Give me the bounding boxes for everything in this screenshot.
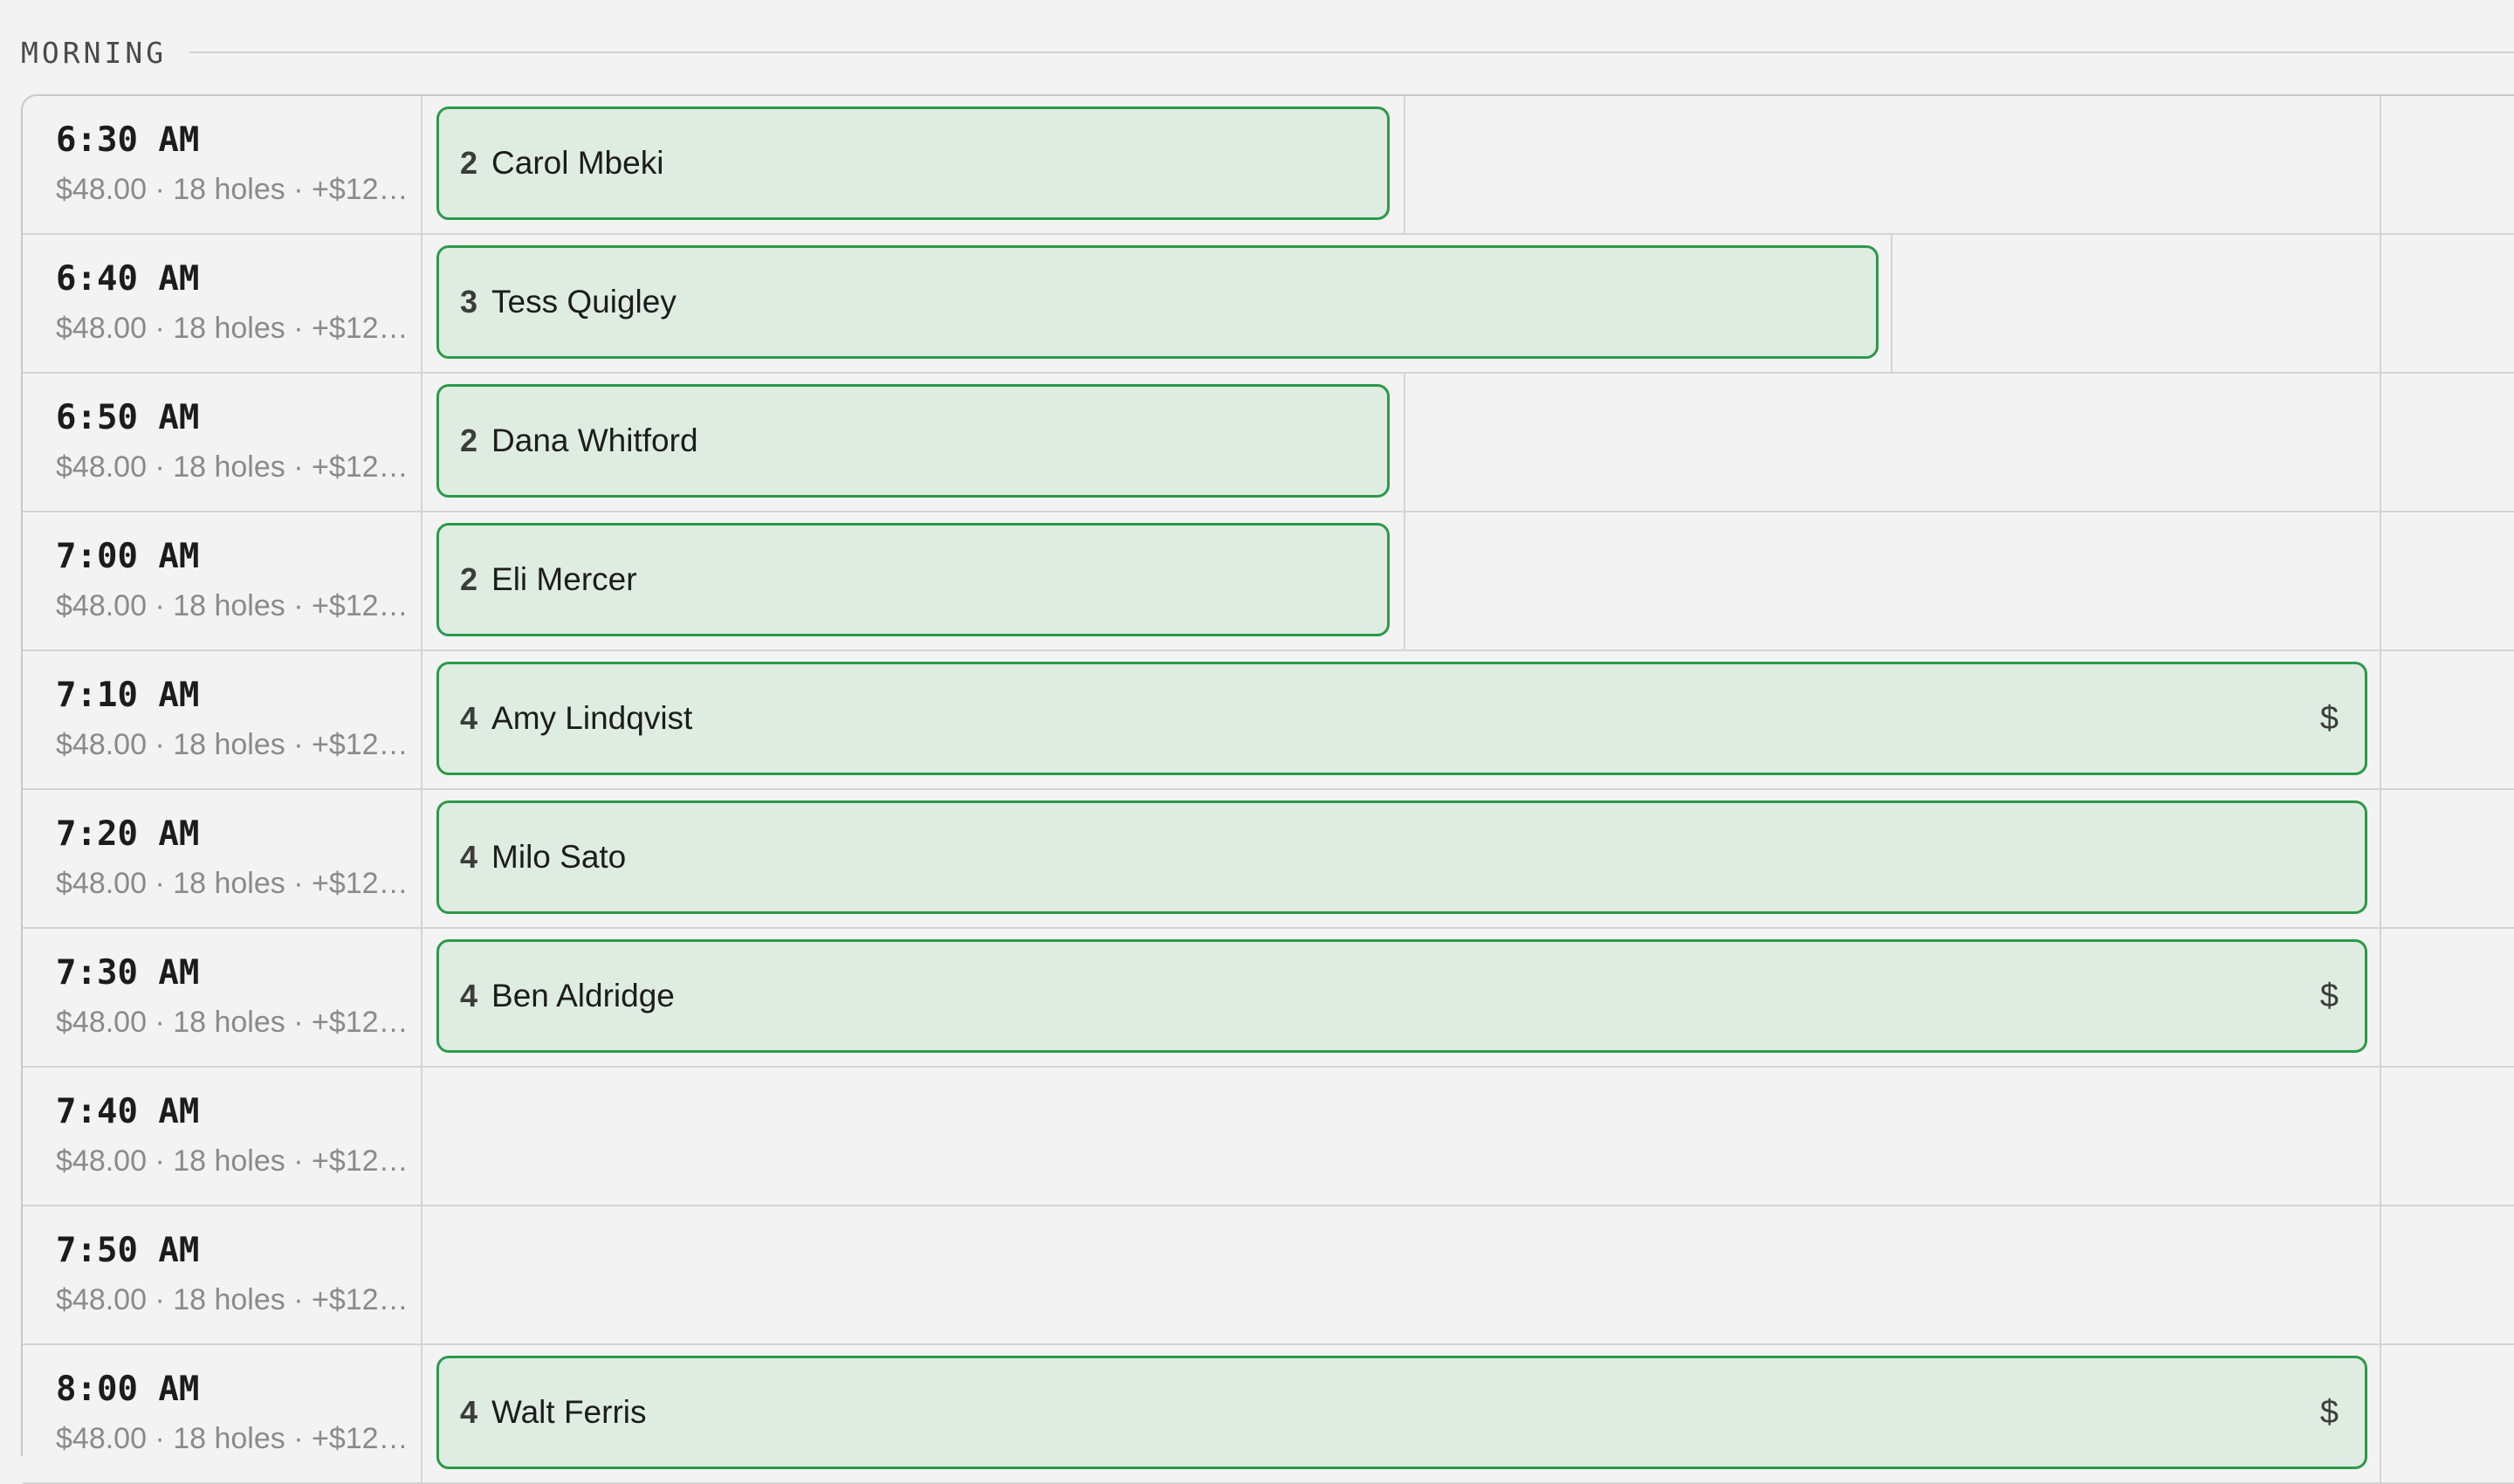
tee-time-row: 7:10 AM $48.00 · 18 holes · +$12.00 cart…: [23, 651, 2514, 790]
booking-name: Milo Sato: [491, 839, 627, 875]
tee-time-details: $48.00 · 18 holes · +$12.00 cart: [56, 450, 412, 484]
tee-time-row: 7:30 AM $48.00 · 18 holes · +$12.00 cart…: [23, 929, 2514, 1068]
booking-card[interactable]: 2 Carol Mbeki: [436, 106, 1390, 220]
tee-time-details: $48.00 · 18 holes · +$12.00 cart: [56, 1283, 412, 1316]
tee-time-details: $48.00 · 18 holes · +$12.00 cart: [56, 728, 412, 761]
tee-time: 7:40 AM: [56, 1092, 200, 1131]
tee-time-row: 8:00 AM $48.00 · 18 holes · +$12.00 cart…: [23, 1345, 2514, 1484]
booking-card[interactable]: 4 Walt Ferris $: [436, 1356, 2367, 1469]
lane-end-divider: [2380, 96, 2381, 233]
tee-time: 7:30 AM: [56, 953, 200, 993]
slot-divider: [1404, 96, 1405, 233]
booking-name: Tess Quigley: [491, 284, 677, 319]
lane-end-divider: [2380, 235, 2381, 372]
lane-end-divider: [2380, 1206, 2381, 1343]
player-count: 2: [460, 145, 478, 181]
tee-time-cell[interactable]: 7:20 AM $48.00 · 18 holes · +$12.00 cart: [23, 790, 422, 927]
tee-time-details: $48.00 · 18 holes · +$12.00 cart: [56, 589, 412, 622]
tee-time-details: $48.00 · 18 holes · +$12.00 cart: [56, 867, 412, 900]
booking-card[interactable]: 3 Tess Quigley: [436, 245, 1879, 359]
player-count: 4: [460, 1394, 478, 1430]
paid-indicator-icon: $: [2319, 699, 2339, 737]
tee-time-cell[interactable]: 6:50 AM $48.00 · 18 holes · +$12.00 cart: [23, 374, 422, 511]
booking-card[interactable]: 4 Ben Aldridge $: [436, 939, 2367, 1053]
tee-time: 7:10 AM: [56, 676, 200, 715]
lane-end-divider: [2380, 929, 2381, 1066]
booking-card[interactable]: 2 Eli Mercer: [436, 523, 1390, 636]
tee-time-row: 6:40 AM $48.00 · 18 holes · +$12.00 cart…: [23, 235, 2514, 374]
tee-time-row: 7:40 AM $48.00 · 18 holes · +$12.00 cart: [23, 1068, 2514, 1206]
slot-divider: [1891, 235, 1892, 372]
tee-time-details: $48.00 · 18 holes · +$12.00 cart: [56, 1144, 412, 1178]
tee-time-cell[interactable]: 7:10 AM $48.00 · 18 holes · +$12.00 cart: [23, 651, 422, 788]
tee-time-cell[interactable]: 7:00 AM $48.00 · 18 holes · +$12.00 cart: [23, 512, 422, 649]
booking-name: Ben Aldridge: [491, 978, 675, 1013]
tee-time-cell[interactable]: 6:40 AM $48.00 · 18 holes · +$12.00 cart: [23, 235, 422, 372]
booking-card[interactable]: 4 Amy Lindqvist $: [436, 662, 2367, 775]
booking-name: Amy Lindqvist: [491, 700, 693, 736]
tee-time-cell[interactable]: 7:40 AM $48.00 · 18 holes · +$12.00 cart: [23, 1068, 422, 1205]
tee-time: 8:00 AM: [56, 1370, 200, 1409]
tee-time: 7:00 AM: [56, 537, 200, 576]
tee-time: 6:50 AM: [56, 398, 200, 437]
lane-end-divider: [2380, 512, 2381, 649]
tee-time: 6:30 AM: [56, 120, 200, 160]
lane-end-divider: [2380, 651, 2381, 788]
tee-time-details: $48.00 · 18 holes · +$12.00 cart: [56, 1006, 412, 1039]
player-count: 4: [460, 978, 478, 1013]
paid-indicator-icon: $: [2319, 977, 2339, 1014]
slot-divider: [1404, 374, 1405, 511]
booking-name: Eli Mercer: [491, 561, 637, 597]
tee-time-cell[interactable]: 6:30 AM $48.00 · 18 holes · +$12.00 cart: [23, 96, 422, 233]
booking-name: Carol Mbeki: [491, 145, 664, 181]
player-count: 4: [460, 839, 478, 875]
lane-end-divider: [2380, 1068, 2381, 1205]
booking-name: Dana Whitford: [491, 423, 698, 458]
booking-card[interactable]: 4 Milo Sato: [436, 800, 2367, 914]
paid-indicator-icon: $: [2319, 1393, 2339, 1431]
player-count: 3: [460, 284, 478, 319]
booking-name: Walt Ferris: [491, 1394, 647, 1430]
booking-card[interactable]: 2 Dana Whitford: [436, 384, 1390, 498]
lane-end-divider: [2380, 374, 2381, 511]
tee-time-row: 6:30 AM $48.00 · 18 holes · +$12.00 cart…: [23, 96, 2514, 235]
tee-time-details: $48.00 · 18 holes · +$12.00 cart: [56, 312, 412, 345]
player-count: 2: [460, 561, 478, 597]
lane-end-divider: [2380, 790, 2381, 927]
tee-time-cell[interactable]: 7:50 AM $48.00 · 18 holes · +$12.00 cart: [23, 1206, 422, 1343]
section-title: MORNING: [21, 35, 168, 70]
tee-time-row: 7:00 AM $48.00 · 18 holes · +$12.00 cart…: [23, 512, 2514, 651]
tee-time-row: 7:20 AM $48.00 · 18 holes · +$12.00 cart…: [23, 790, 2514, 929]
tee-time-row: 7:50 AM $48.00 · 18 holes · +$12.00 cart: [23, 1206, 2514, 1345]
tee-time: 6:40 AM: [56, 259, 200, 299]
section-divider: [189, 52, 2514, 53]
tee-time: 7:20 AM: [56, 814, 200, 854]
section-header: MORNING: [21, 31, 2514, 73]
tee-time: 7:50 AM: [56, 1231, 200, 1270]
tee-time-row: 6:50 AM $48.00 · 18 holes · +$12.00 cart…: [23, 374, 2514, 512]
slot-divider: [1404, 512, 1405, 649]
player-count: 2: [460, 423, 478, 458]
tee-time-details: $48.00 · 18 holes · +$12.00 cart: [56, 1422, 412, 1455]
tee-sheet-grid: 6:30 AM $48.00 · 18 holes · +$12.00 cart…: [21, 94, 2514, 1484]
tee-time-details: $48.00 · 18 holes · +$12.00 cart: [56, 173, 412, 206]
player-count: 4: [460, 700, 478, 736]
tee-time-cell[interactable]: 7:30 AM $48.00 · 18 holes · +$12.00 cart: [23, 929, 422, 1066]
